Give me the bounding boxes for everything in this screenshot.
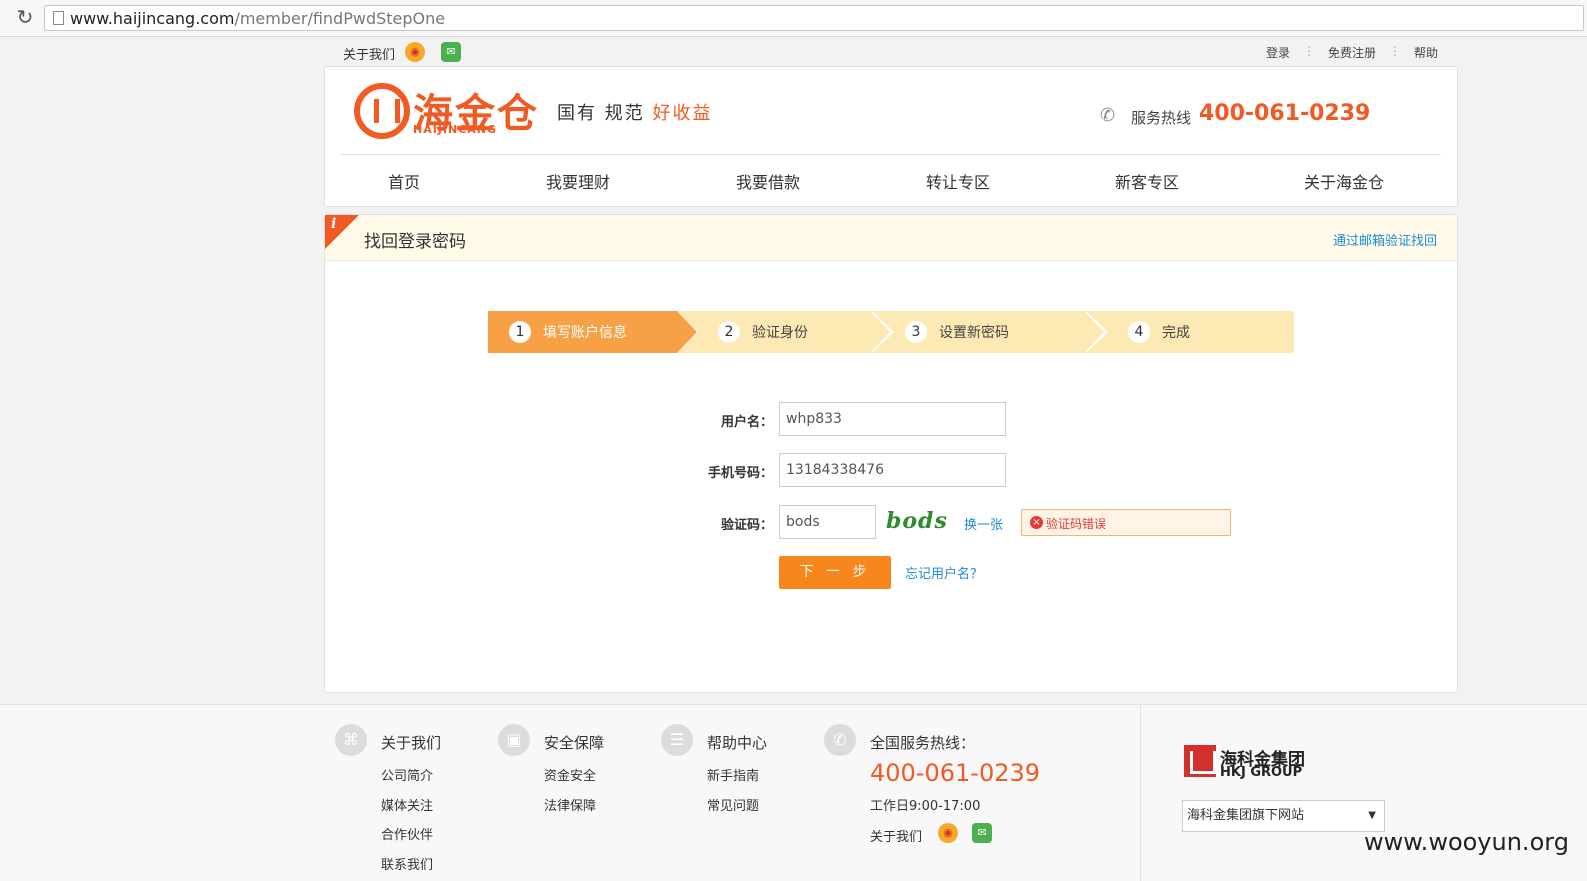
- step-3: 3 设置新密码: [905, 311, 1085, 353]
- address-bar[interactable]: www.haijincang.com/member/findPwdStepOne: [44, 5, 1584, 31]
- footer-security-title: 安全保障: [544, 734, 605, 752]
- login-link[interactable]: 登录: [1266, 44, 1290, 61]
- separator: ⋮: [1389, 44, 1401, 58]
- next-step-button[interactable]: 下 一 步: [779, 556, 891, 589]
- footer-hotline-title: 全国服务热线：: [870, 734, 976, 752]
- hotline-number: 400-061-0239: [1199, 101, 1371, 126]
- footer-link-company[interactable]: 公司简介: [381, 765, 433, 784]
- nav-home[interactable]: 首页: [388, 169, 420, 193]
- wechat-icon[interactable]: ✉: [441, 42, 461, 62]
- phone-label: 手机号码：: [707, 466, 773, 481]
- step-arrow: [870, 311, 890, 353]
- document-icon: ☰: [661, 724, 693, 756]
- step-label: 填写账户信息: [543, 325, 627, 341]
- step-1: 1 填写账户信息: [488, 311, 677, 353]
- error-icon: ×: [1030, 516, 1043, 529]
- step-number: 1: [509, 321, 531, 343]
- step-arrow: [1084, 311, 1104, 353]
- step-label: 完成: [1162, 325, 1190, 341]
- footer-about-link[interactable]: 关于我们: [870, 826, 922, 845]
- select-value: 海科金集团旗下网站: [1187, 808, 1305, 823]
- footer-link-legal[interactable]: 法律保障: [544, 795, 596, 814]
- panel-title: 找回登录密码: [364, 232, 466, 252]
- footer-help-title: 帮助中心: [707, 734, 768, 752]
- username-label: 用户名：: [720, 415, 773, 430]
- lock-icon: ▣: [498, 724, 530, 756]
- watermark: www.wooyun.org: [1364, 828, 1569, 856]
- footer-about-title: 关于我们: [381, 734, 442, 752]
- footer-link-contact[interactable]: 联系我们: [381, 854, 433, 873]
- captcha-image[interactable]: bods: [886, 508, 948, 534]
- hkj-name-en: HKJ GROUP: [1220, 765, 1303, 780]
- step-arrow: [677, 311, 697, 353]
- help-link[interactable]: 帮助: [1414, 44, 1438, 61]
- find-password-panel: i 找回登录密码 通过邮箱验证找回 1 填写账户信息 2 验证身份 3 设置新密…: [324, 214, 1458, 693]
- nav-invest[interactable]: 我要理财: [546, 169, 610, 193]
- page-icon: [53, 11, 64, 25]
- step-number: 3: [905, 321, 927, 343]
- footer-hotline-number: 400-061-0239: [870, 759, 1041, 787]
- reload-icon[interactable]: ↻: [14, 6, 36, 28]
- username-input[interactable]: whp833: [779, 402, 1006, 436]
- url-path: /member/findPwdStepOne: [234, 9, 446, 28]
- hotline-label: 服务热线: [1131, 109, 1192, 127]
- forgot-username-link[interactable]: 忘记用户名？: [905, 563, 983, 582]
- about-icon: ⌘: [335, 724, 367, 756]
- step-2: 2 验证身份: [718, 311, 878, 353]
- footer-hours: 工作日9:00-17:00: [870, 799, 981, 814]
- url-host: www.haijincang.com: [70, 9, 235, 28]
- error-text: 验证码错误: [1046, 517, 1107, 531]
- captcha-label: 验证码：: [720, 518, 773, 533]
- site-footer: ⌘ 关于我们 公司简介 媒体关注 合作伙伴 联系我们 ▣ 安全保障 资金安全 法…: [0, 704, 1587, 881]
- info-icon: i: [331, 216, 337, 232]
- footer-link-partners[interactable]: 合作伙伴: [381, 824, 433, 843]
- step-4: 4 完成: [1128, 311, 1278, 353]
- panel-header: i 找回登录密码 通过邮箱验证找回: [325, 215, 1457, 261]
- logo-icon[interactable]: [354, 83, 410, 139]
- nav-about[interactable]: 关于海金仓: [1304, 169, 1384, 193]
- nav-transfer[interactable]: 转让专区: [926, 169, 990, 193]
- footer-link-faq[interactable]: 常见问题: [707, 795, 759, 814]
- logo-english: HAIJINCANG: [413, 123, 498, 136]
- captcha-error-message: × 验证码错误: [1021, 509, 1231, 536]
- email-recover-link[interactable]: 通过邮箱验证找回: [1333, 230, 1437, 249]
- slogan-part-a: 国有 规范: [557, 103, 645, 124]
- group-sites-select[interactable]: 海科金集团旗下网站 ▼: [1182, 800, 1385, 832]
- separator: ⋮: [1303, 44, 1315, 58]
- footer-divider: [1140, 705, 1141, 881]
- step-number: 2: [718, 321, 740, 343]
- top-links-bar: 关于我们 ◉ ✉ 登录 ⋮ 免费注册 ⋮ 帮助: [0, 40, 1587, 64]
- browser-toolbar: ↻ www.haijincang.com/member/findPwdStepO…: [0, 0, 1587, 37]
- phone-icon: ✆: [1100, 105, 1116, 126]
- footer-link-media[interactable]: 媒体关注: [381, 795, 433, 814]
- footer-link-guide[interactable]: 新手指南: [707, 765, 759, 784]
- captcha-input[interactable]: bods: [779, 505, 876, 539]
- refresh-captcha-link[interactable]: 换一张: [964, 514, 1003, 533]
- step-label: 验证身份: [752, 325, 808, 341]
- register-link[interactable]: 免费注册: [1328, 44, 1376, 61]
- slogan: 国有 规范 好收益: [557, 99, 712, 125]
- nav-borrow[interactable]: 我要借款: [736, 169, 800, 193]
- about-us-link[interactable]: 关于我们: [343, 44, 395, 63]
- phone-input[interactable]: 13184338476: [779, 453, 1006, 487]
- step-progress: 1 填写账户信息 2 验证身份 3 设置新密码 4 完成: [488, 311, 1294, 353]
- step-label: 设置新密码: [939, 325, 1009, 341]
- wechat-icon[interactable]: ✉: [972, 823, 992, 843]
- step-number: 4: [1128, 321, 1150, 343]
- header-divider: [341, 154, 1441, 155]
- footer-link-fund-safety[interactable]: 资金安全: [544, 765, 596, 784]
- phone-icon: ✆: [824, 724, 856, 756]
- site-header: 海金仓 HAIJINCANG 国有 规范 好收益 ✆ 服务热线 400-061-…: [324, 66, 1458, 207]
- chevron-down-icon: ▼: [1368, 810, 1376, 821]
- weibo-icon[interactable]: ◉: [405, 42, 425, 62]
- main-nav: 首页 我要理财 我要借款 转让专区 新客专区 关于海金仓: [325, 169, 1459, 195]
- url-text: www.haijincang.com/member/findPwdStepOne: [70, 9, 445, 28]
- weibo-icon[interactable]: ◉: [938, 823, 958, 843]
- slogan-part-b: 好收益: [652, 103, 713, 124]
- hkj-logo-icon: [1184, 745, 1216, 777]
- nav-newcomer[interactable]: 新客专区: [1115, 169, 1179, 193]
